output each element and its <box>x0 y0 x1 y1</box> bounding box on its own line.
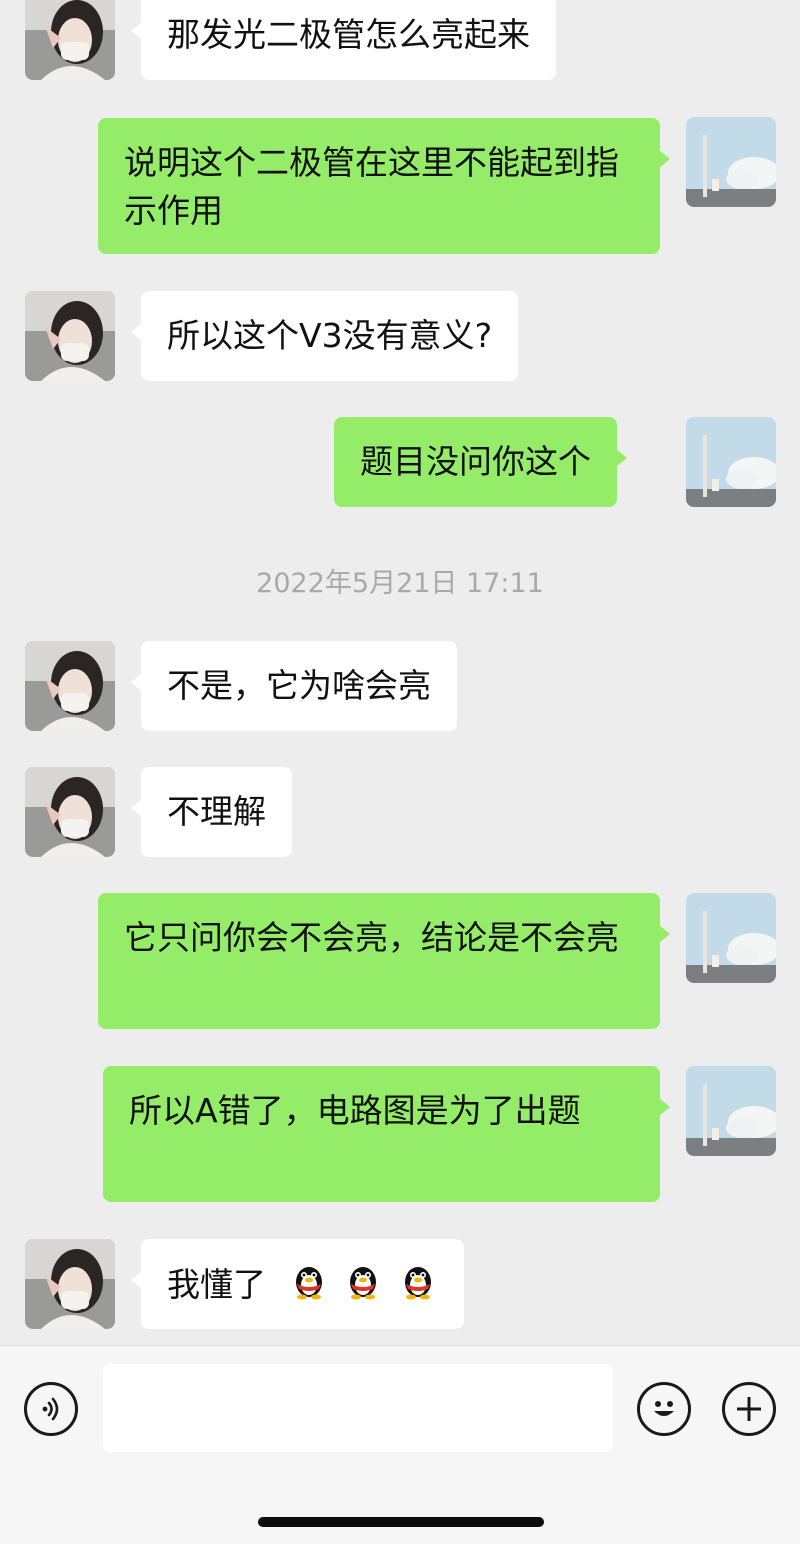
plus-icon[interactable] <box>722 1382 776 1436</box>
qq-penguin-emoji <box>398 1260 438 1313</box>
message-text: 不理解 <box>167 792 266 831</box>
message-text: 那发光二极管怎么亮起来 <box>167 15 530 54</box>
emoji-group <box>285 1260 438 1313</box>
my-avatar[interactable] <box>686 1066 776 1156</box>
contact-avatar[interactable] <box>25 1239 115 1329</box>
qq-penguin-emoji <box>289 1260 329 1313</box>
home-indicator[interactable] <box>258 1517 544 1527</box>
contact-avatar[interactable] <box>25 767 115 857</box>
chat-message-list[interactable]: 那发光二极管怎么亮起来 说明这个二极管在这里不能起到指示作用 所以这个V3没有意… <box>0 0 800 1345</box>
message-bubble-sent[interactable]: 题目没问你这个 <box>334 417 627 507</box>
message-text-input[interactable] <box>103 1364 613 1452</box>
message-input-bar <box>0 1345 800 1544</box>
emoji-smile-icon[interactable] <box>637 1382 691 1436</box>
message-bubble-sent[interactable]: 它只问你会不会亮，结论是不会亮 <box>98 893 670 1029</box>
message-text: 所以A错了，电路图是为了出题 <box>129 1091 581 1130</box>
message-bubble-received[interactable]: 那发光二极管怎么亮起来 <box>131 0 556 80</box>
message-text: 说明这个二极管在这里不能起到指示作用 <box>124 143 619 230</box>
chat-timestamp: 2022年5月21日 17:11 <box>256 568 544 599</box>
message-bubble-sent[interactable]: 所以A错了，电路图是为了出题 <box>103 1066 670 1202</box>
contact-avatar[interactable] <box>25 0 115 80</box>
qq-penguin-emoji <box>343 1260 383 1313</box>
message-text: 我懂了 <box>167 1265 266 1304</box>
message-text: 所以这个V3没有意义? <box>167 316 493 355</box>
contact-avatar[interactable] <box>25 641 115 731</box>
message-bubble-received[interactable]: 所以这个V3没有意义? <box>130 291 519 381</box>
message-text: 它只问你会不会亮，结论是不会亮 <box>124 918 619 957</box>
my-avatar[interactable] <box>686 117 776 207</box>
voice-icon[interactable] <box>24 1382 78 1436</box>
message-bubble-received[interactable]: 不理解 <box>131 767 292 857</box>
message-bubble-sent[interactable]: 说明这个二极管在这里不能起到指示作用 <box>98 118 670 254</box>
my-avatar[interactable] <box>686 417 776 507</box>
contact-avatar[interactable] <box>25 291 115 381</box>
message-text: 题目没问你这个 <box>360 442 591 481</box>
my-avatar[interactable] <box>686 893 776 983</box>
message-bubble-received[interactable]: 我懂了 <box>131 1239 464 1329</box>
message-bubble-received[interactable]: 不是，它为啥会亮 <box>131 641 457 731</box>
message-text: 不是，它为啥会亮 <box>167 666 431 705</box>
